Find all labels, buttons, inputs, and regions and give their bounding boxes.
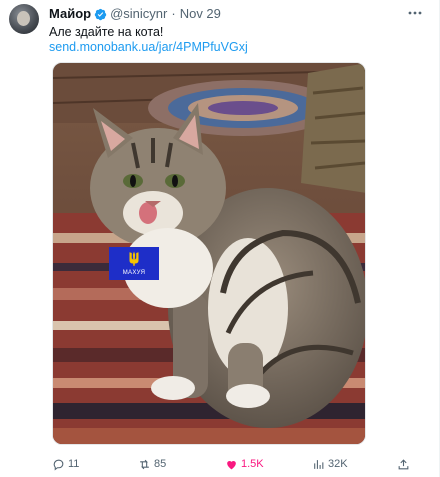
tweet-header: Майор @sinicynr · Nov 29 [49,6,221,22]
reply-icon [53,459,64,470]
tweet-link[interactable]: send.monobank.ua/jar/4PMPfuVGxj [49,39,248,55]
tweet-card[interactable]: Майор @sinicynr · Nov 29 Але здайте на к… [0,0,440,477]
heart-icon [227,460,236,469]
tweet-actions: 11 85 1.5K 32K [52,456,418,472]
reply-count: 11 [68,458,80,470]
monobank-jar-badge: МАХУЯ [109,247,159,280]
trident-icon [129,251,139,266]
share-button[interactable] [397,456,410,472]
repost-count: 85 [154,458,167,470]
more-options-icon[interactable] [405,4,425,22]
tweet-photo[interactable]: МАХУЯ [52,62,366,445]
author-handle[interactable]: @sinicynr [110,6,167,22]
header-separator: · [171,6,176,21]
reply-button[interactable]: 11 [52,456,79,472]
like-count: 1.5K [241,458,264,470]
badge-text: МАХУЯ [122,270,146,276]
views-button[interactable]: 32K [312,456,348,472]
cat-photo [53,63,365,444]
share-icon [398,458,409,469]
author-avatar[interactable] [9,4,39,34]
avatar-face [17,11,30,26]
repost-icon [140,459,149,469]
repost-button[interactable]: 85 [138,456,166,472]
author-name[interactable]: Майор [49,6,91,22]
tweet-text: Але здайте на кота! [49,25,164,39]
tweet-date[interactable]: Nov 29 [180,6,221,22]
views-bar-chart-icon [314,459,324,469]
views-count: 32K [328,458,348,470]
verified-badge-icon [94,8,107,20]
like-button[interactable]: 1.5K [225,456,264,472]
